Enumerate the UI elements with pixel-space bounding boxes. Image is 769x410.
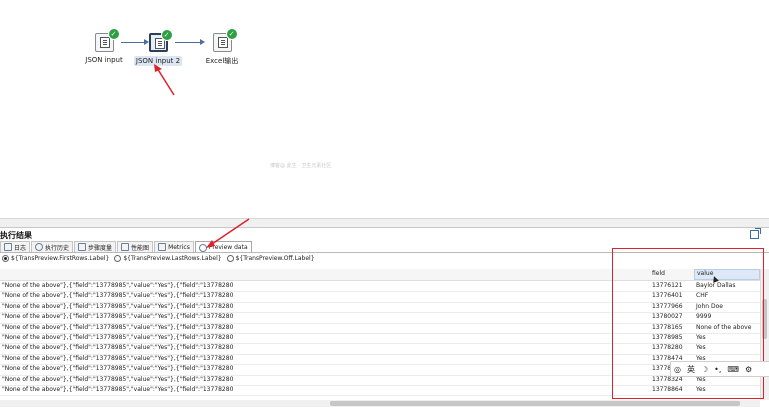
- ime-toolbar[interactable]: ◎ 英 ☽ •, ⌨ ⚙: [670, 361, 769, 377]
- keyboard-icon[interactable]: ⌨: [727, 365, 739, 374]
- ime-logo-icon[interactable]: ◎: [674, 365, 681, 374]
- punctuation-icon[interactable]: •,: [714, 365, 721, 374]
- moon-icon[interactable]: ☽: [701, 365, 708, 374]
- annotation-arrowhead-2: [206, 240, 215, 248]
- annotation-arrows: [154, 64, 250, 248]
- annotation-arrow-2: [211, 218, 250, 245]
- settings-gear-icon[interactable]: ⚙: [745, 365, 752, 374]
- annotation-arrow-1: [156, 67, 175, 96]
- ime-language[interactable]: 英: [687, 364, 695, 375]
